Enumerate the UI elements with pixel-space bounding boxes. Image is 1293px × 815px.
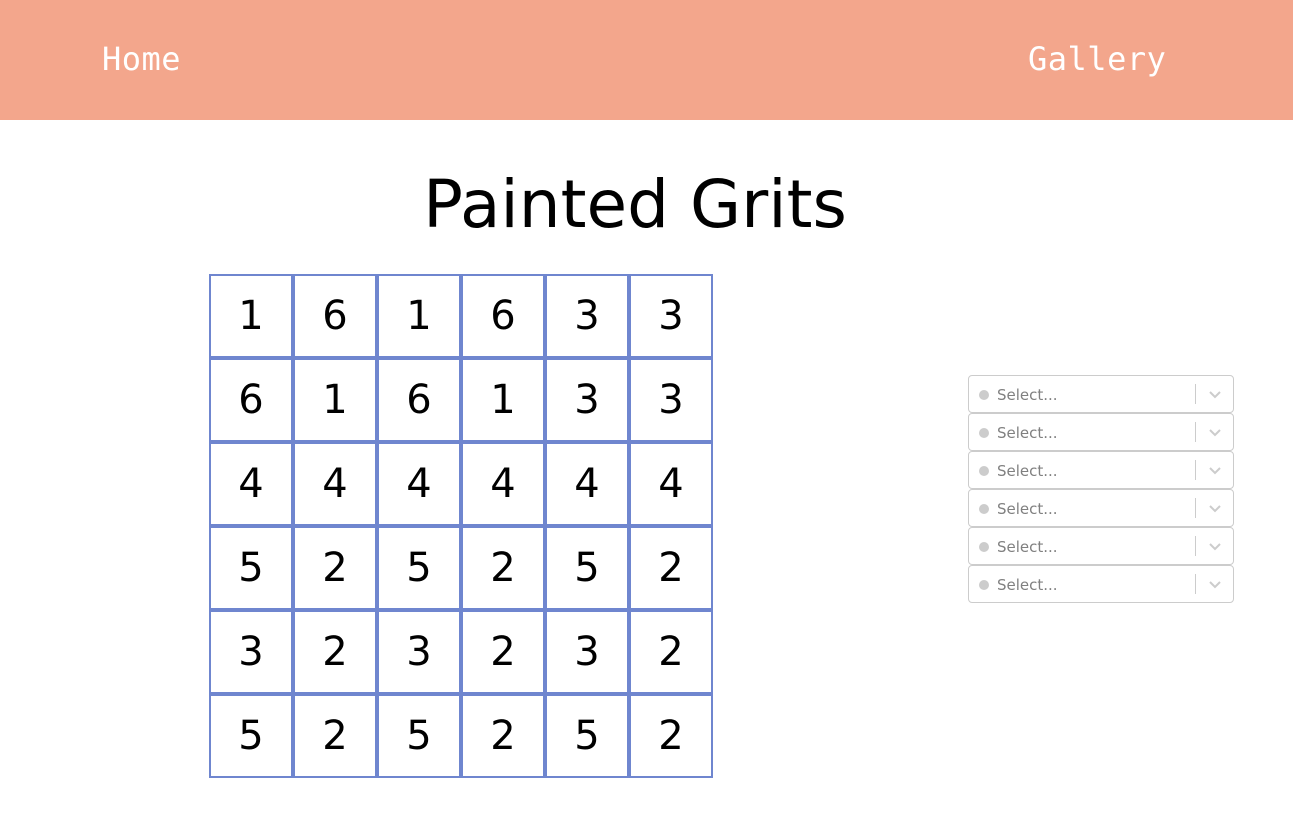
grid-cell[interactable]: 5 bbox=[545, 526, 629, 610]
chevron-down-icon[interactable] bbox=[1208, 501, 1222, 515]
grid-cell[interactable]: 1 bbox=[461, 358, 545, 442]
select-separator bbox=[1195, 498, 1196, 518]
nav-home-link[interactable]: Home bbox=[102, 38, 181, 80]
grid-cell[interactable]: 2 bbox=[461, 610, 545, 694]
select-separator bbox=[1195, 574, 1196, 594]
grid-cell[interactable]: 5 bbox=[377, 694, 461, 778]
grid-cell[interactable]: 2 bbox=[629, 694, 713, 778]
chevron-down-icon[interactable] bbox=[1208, 577, 1222, 591]
status-dot-icon bbox=[979, 390, 989, 400]
grid-cell[interactable]: 3 bbox=[545, 358, 629, 442]
grid-cell[interactable]: 4 bbox=[545, 442, 629, 526]
grid-cell[interactable]: 5 bbox=[377, 526, 461, 610]
grid-cell[interactable]: 6 bbox=[293, 274, 377, 358]
number-grid: 161633616133444444525252323232525252 bbox=[209, 274, 713, 778]
select-separator bbox=[1195, 460, 1196, 480]
grid-cell[interactable]: 3 bbox=[209, 610, 293, 694]
select-placeholder: Select... bbox=[997, 462, 1058, 480]
select-separator bbox=[1195, 536, 1196, 556]
chevron-down-icon[interactable] bbox=[1208, 425, 1222, 439]
select-dropdown[interactable]: Select... bbox=[968, 527, 1234, 565]
grid-cell[interactable]: 3 bbox=[629, 274, 713, 358]
status-dot-icon bbox=[979, 542, 989, 552]
chevron-down-icon[interactable] bbox=[1208, 463, 1222, 477]
status-dot-icon bbox=[979, 466, 989, 476]
navbar: Home Gallery bbox=[0, 0, 1293, 120]
page-title: Painted Grits bbox=[423, 166, 847, 243]
select-list: Select... Select... Select... Select... Sele… bbox=[968, 375, 1234, 603]
grid-cell[interactable]: 2 bbox=[293, 526, 377, 610]
grid-cell[interactable]: 4 bbox=[377, 442, 461, 526]
select-placeholder: Select... bbox=[997, 386, 1058, 404]
grid-cell[interactable]: 2 bbox=[629, 610, 713, 694]
status-dot-icon bbox=[979, 428, 989, 438]
chevron-down-icon[interactable] bbox=[1208, 387, 1222, 401]
grid-cell[interactable]: 4 bbox=[461, 442, 545, 526]
nav-gallery-link[interactable]: Gallery bbox=[1028, 38, 1166, 80]
grid-cell[interactable]: 5 bbox=[545, 694, 629, 778]
grid-cell[interactable]: 2 bbox=[629, 526, 713, 610]
grid-cell[interactable]: 6 bbox=[209, 358, 293, 442]
status-dot-icon bbox=[979, 580, 989, 590]
select-placeholder: Select... bbox=[997, 424, 1058, 442]
select-placeholder: Select... bbox=[997, 538, 1058, 556]
select-separator bbox=[1195, 422, 1196, 442]
grid-cell[interactable]: 6 bbox=[461, 274, 545, 358]
grid-cell[interactable]: 1 bbox=[209, 274, 293, 358]
chevron-down-icon[interactable] bbox=[1208, 539, 1222, 553]
select-dropdown[interactable]: Select... bbox=[968, 565, 1234, 603]
grid-cell[interactable]: 6 bbox=[377, 358, 461, 442]
select-dropdown[interactable]: Select... bbox=[968, 375, 1234, 413]
select-separator bbox=[1195, 384, 1196, 404]
grid-cell[interactable]: 3 bbox=[545, 610, 629, 694]
grid-cell[interactable]: 1 bbox=[293, 358, 377, 442]
status-dot-icon bbox=[979, 504, 989, 514]
select-placeholder: Select... bbox=[997, 500, 1058, 518]
grid-cell[interactable]: 2 bbox=[461, 526, 545, 610]
grid-cell[interactable]: 3 bbox=[545, 274, 629, 358]
select-dropdown[interactable]: Select... bbox=[968, 451, 1234, 489]
grid-cell[interactable]: 4 bbox=[293, 442, 377, 526]
select-dropdown[interactable]: Select... bbox=[968, 413, 1234, 451]
grid-cell[interactable]: 2 bbox=[293, 610, 377, 694]
select-placeholder: Select... bbox=[997, 576, 1058, 594]
grid-cell[interactable]: 2 bbox=[293, 694, 377, 778]
select-dropdown[interactable]: Select... bbox=[968, 489, 1234, 527]
grid-cell[interactable]: 5 bbox=[209, 526, 293, 610]
grid-cell[interactable]: 4 bbox=[629, 442, 713, 526]
grid-cell[interactable]: 5 bbox=[209, 694, 293, 778]
grid-cell[interactable]: 2 bbox=[461, 694, 545, 778]
grid-cell[interactable]: 4 bbox=[209, 442, 293, 526]
grid-cell[interactable]: 3 bbox=[377, 610, 461, 694]
grid-cell[interactable]: 1 bbox=[377, 274, 461, 358]
grid-cell[interactable]: 3 bbox=[629, 358, 713, 442]
